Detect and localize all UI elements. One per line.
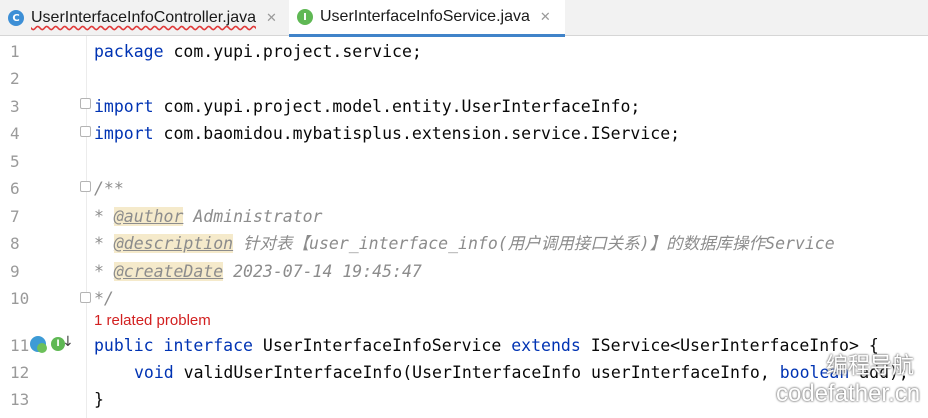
watermark-title: 编程导航 [826, 354, 915, 379]
code-text: UserInterfaceInfoService [252, 336, 512, 355]
line-number: 12 [10, 363, 30, 382]
fold-marker-icon[interactable] [80, 98, 91, 109]
comment-text: 针对表【user_interface_info(用户调用接口关系)】的数据库操作… [233, 234, 835, 253]
close-icon[interactable]: ✕ [266, 11, 277, 26]
code-line-11[interactable]: public interface UserInterfaceInfoServic… [94, 336, 879, 356]
line-number: 2 [10, 69, 20, 88]
keyword: package [94, 42, 164, 61]
tab-service[interactable]: I UserInterfaceInfoService.java ✕ [289, 0, 565, 37]
code-line-6[interactable]: /** [94, 179, 124, 199]
close-icon[interactable]: ✕ [540, 10, 551, 25]
line-number: 6 [10, 179, 20, 198]
line-number: 9 [10, 262, 20, 281]
comment-text: Administrator [183, 207, 323, 226]
fold-marker-icon[interactable] [80, 292, 91, 303]
keyword: import [94, 124, 154, 143]
code-text: com.yupi.project.model.entity.UserInterf… [153, 97, 641, 116]
comment-star: * [94, 207, 114, 226]
editor-gutter [0, 36, 86, 418]
code-line-1[interactable]: package com.yupi.project.service; [94, 42, 422, 62]
code-line-8[interactable]: * @description 针对表【user_interface_info(用… [94, 234, 835, 254]
keyword: interface [163, 336, 253, 355]
code-line-7[interactable]: * @author Administrator [94, 207, 323, 227]
implementations-badge-icon [37, 343, 47, 353]
code-line-13[interactable]: } [94, 390, 104, 410]
fold-marker-icon[interactable] [80, 181, 91, 192]
line-number: 7 [10, 207, 20, 226]
comment-star: * [94, 234, 114, 253]
comment-star: * [94, 262, 114, 281]
line-number: 8 [10, 234, 20, 253]
line-number: 10 [10, 289, 30, 308]
keyword: import [94, 97, 154, 116]
code-text: validUserInterfaceInfo(UserInterfaceInfo… [173, 363, 780, 382]
line-number: 1 [10, 42, 20, 61]
javadoc-tag: @createDate [113, 262, 224, 281]
code-line-4[interactable]: import com.baomidou.mybatisplus.extensio… [94, 124, 680, 144]
code-line-9[interactable]: * @createDate 2023-07-14 19:45:47 [94, 262, 422, 282]
line-number: 5 [10, 152, 20, 171]
watermark-url: codefather.cn [776, 380, 921, 407]
keyword: public [94, 336, 154, 355]
line-number: 3 [10, 97, 20, 116]
tab-controller[interactable]: C UserInterfaceInfoController.java ✕ [0, 0, 288, 36]
code-line-3[interactable]: import com.yupi.project.model.entity.Use… [94, 97, 640, 117]
related-problem-link[interactable]: 1 related problem [94, 312, 211, 329]
javadoc-tag: @author [113, 207, 184, 226]
gutter-divider [86, 36, 87, 418]
keyword: void [134, 363, 174, 382]
class-icon: C [8, 10, 24, 26]
code-text: com.yupi.project.service; [163, 42, 422, 61]
line-number: 4 [10, 124, 20, 143]
tab-label: UserInterfaceInfoController.java [31, 9, 256, 26]
tab-label: UserInterfaceInfoService.java [320, 8, 530, 25]
code-line-10[interactable]: */ [94, 289, 114, 309]
comment-text: 2023-07-14 19:45:47 [223, 262, 422, 281]
editor-tab-bar: C UserInterfaceInfoController.java ✕ I U… [0, 0, 928, 37]
fold-marker-icon[interactable] [80, 126, 91, 137]
code-text: com.baomidou.mybatisplus.extension.servi… [153, 124, 681, 143]
javadoc-tag: @description [113, 234, 234, 253]
keyword: extends [511, 336, 581, 355]
arrow-down-icon: ↓ [62, 334, 74, 350]
line-number: 13 [10, 390, 30, 409]
interface-icon: I [297, 9, 313, 25]
